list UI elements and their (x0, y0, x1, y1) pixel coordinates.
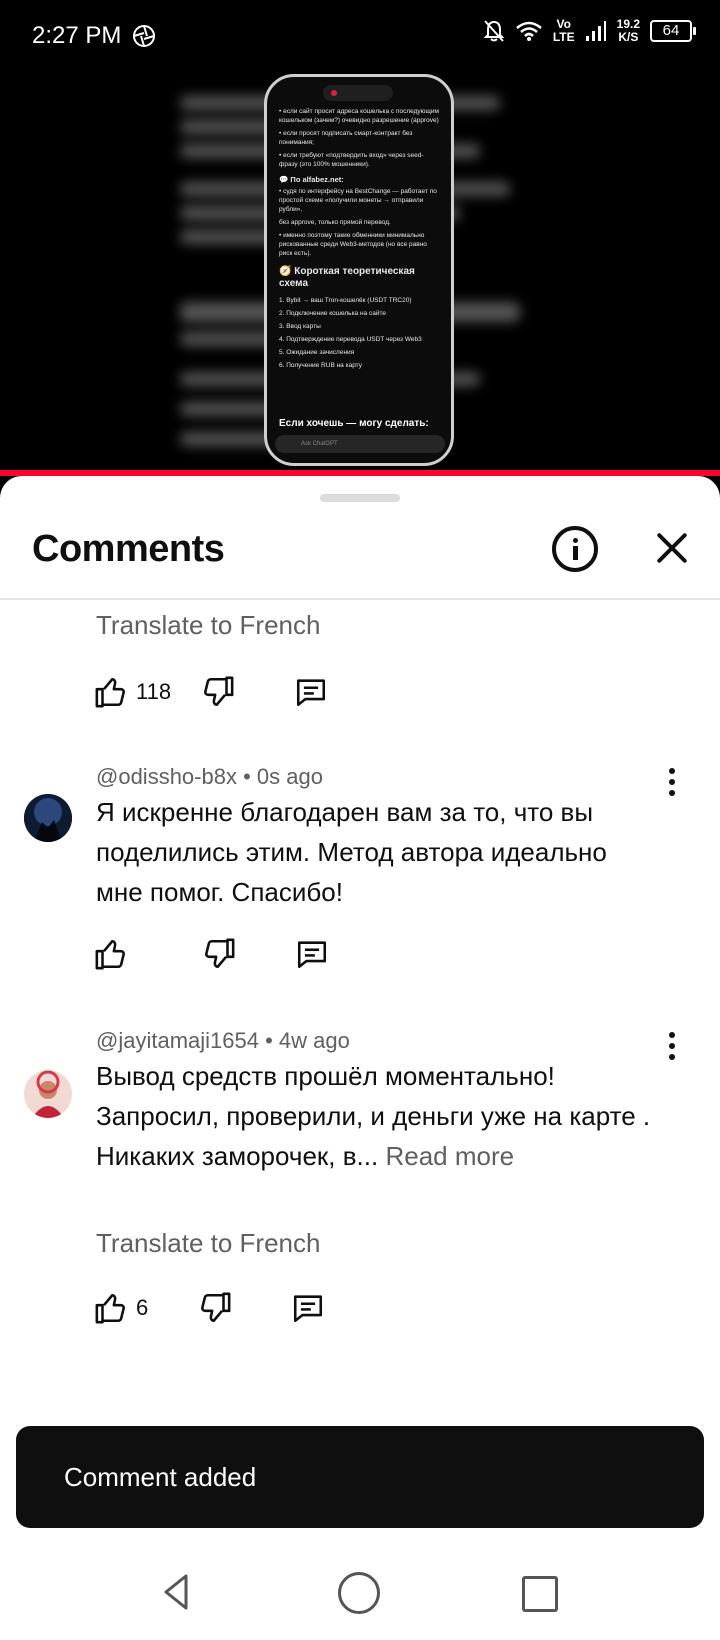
thumbs-down-icon (204, 676, 234, 707)
video-player[interactable]: • если сайт просит адреса кошелька с пос… (0, 72, 720, 472)
battery-icon: 64 (650, 20, 696, 42)
reply-button[interactable] (294, 934, 330, 974)
video-item: • если требуют «подтвердить вход» через … (279, 152, 424, 168)
snackbar-toast: Comment added (16, 1426, 704, 1528)
phone-content: • если сайт просит адреса кошелька с пос… (279, 107, 441, 374)
divider (0, 598, 720, 600)
signal-icon (585, 21, 606, 41)
thumbs-down-icon (205, 938, 235, 969)
home-icon[interactable] (338, 1572, 380, 1614)
reply-button[interactable] (293, 672, 329, 712)
camera-aperture-icon (133, 25, 155, 47)
reply-comment-icon (297, 679, 326, 707)
video-item: • если сайт просит адреса кошелька с пос… (279, 108, 439, 124)
avatar-image (24, 794, 72, 842)
video-step: 3. Ввод карты (279, 323, 321, 330)
comment-actions: 118 (94, 672, 329, 712)
thumbs-up-icon (95, 677, 125, 708)
network-bottom: LTE (552, 30, 575, 44)
comment-text: Я искренне благодарен вам за то, что вы … (96, 797, 607, 907)
avatar-image (24, 1070, 72, 1118)
dislike-button[interactable] (201, 672, 235, 712)
video-subheading: 💬 По alfabez.net: (279, 175, 344, 184)
comments-title: Comments (32, 528, 225, 570)
video-step: 1. Bybit → ваш Tron-кошелёк (USDT TRC20) (279, 297, 412, 304)
thumbs-down-icon (201, 1292, 231, 1323)
network-type: Vo LTE (553, 18, 575, 44)
separator: • (236, 764, 257, 789)
status-time: 2:27 PM (32, 22, 122, 49)
like-button[interactable]: 6 (94, 1288, 148, 1328)
more-options-icon[interactable] (662, 1030, 682, 1062)
video-step: 2. Подключение кошелька на сайте (279, 310, 387, 317)
reply-comment-icon (297, 941, 327, 969)
thumbs-up-icon (95, 939, 125, 970)
mute-bell-icon (483, 20, 505, 42)
comment-actions: 6 (94, 1288, 326, 1328)
comments-sheet: Comments Translate to French 118 @odissh… (0, 476, 720, 1544)
comment-time: 4w ago (278, 1028, 350, 1053)
comment-body: Вывод средств прошёл моментально! Запрос… (96, 1061, 651, 1171)
comment-author[interactable]: @jayitamaji1654 (96, 1028, 259, 1053)
speed-unit: K/S (618, 30, 639, 44)
phone-input: Ask ChatGPT (275, 435, 445, 453)
video-step: 5. Ожидание зачисления (279, 349, 355, 356)
status-bar: 2:27 PM Vo LTE 19.2 K/S 64 (0, 0, 720, 72)
close-icon[interactable] (652, 528, 692, 568)
video-item: • судя по интерфейсу на BestChange — раб… (279, 188, 437, 213)
dislike-button[interactable] (198, 1288, 232, 1328)
comment-meta: @jayitamaji1654 • 4w ago (96, 1028, 350, 1054)
comment-actions (94, 934, 330, 974)
read-more-link[interactable]: Read more (385, 1141, 514, 1171)
avatar[interactable] (24, 1070, 72, 1118)
translate-button[interactable]: Translate to French (96, 610, 320, 641)
like-button[interactable] (94, 934, 128, 974)
phone-notch (323, 85, 393, 101)
reply-comment-icon (294, 1295, 323, 1323)
more-options-icon[interactable] (662, 766, 682, 798)
comment-text: Вывод средств прошёл моментально! Запрос… (96, 1056, 656, 1176)
translate-button[interactable]: Translate to French (96, 1228, 320, 1259)
back-icon[interactable] (156, 1570, 200, 1614)
comment-meta: @odissho-b8x • 0s ago (96, 764, 323, 790)
video-heading: 🧭 Короткая теоретическая схема (279, 266, 415, 289)
like-button[interactable]: 118 (94, 672, 171, 712)
drag-handle[interactable] (320, 494, 400, 502)
video-item: • именно поэтому такие обменники минимал… (279, 232, 427, 257)
wifi-icon (516, 21, 542, 41)
video-step: 4. Подтверждение перевода USDT через Web… (279, 336, 422, 343)
recent-apps-icon[interactable] (522, 1576, 558, 1612)
video-footer-text: Если хочешь — могу сделать: (279, 418, 429, 429)
thumbs-up-icon (95, 1293, 125, 1324)
system-nav-bar (0, 1544, 720, 1640)
separator: • (258, 1028, 279, 1053)
dislike-button[interactable] (202, 934, 236, 974)
net-speed: 19.2 K/S (617, 18, 640, 44)
reply-button[interactable] (290, 1288, 326, 1328)
comment-author[interactable]: @odissho-b8x (96, 764, 237, 789)
avatar[interactable] (24, 794, 72, 842)
like-count: 118 (136, 679, 172, 704)
phone-screenshot: • если сайт просит адреса кошелька с пос… (264, 74, 454, 466)
video-item: • если просят подписать смарт-контракт б… (279, 130, 413, 146)
comment-time: 0s ago (256, 764, 323, 789)
info-icon[interactable] (552, 526, 598, 572)
video-item: без approve, только прямой перевод. (279, 219, 391, 226)
video-step: 6. Получение RUB на карту (279, 362, 362, 369)
like-count: 6 (136, 1295, 149, 1320)
